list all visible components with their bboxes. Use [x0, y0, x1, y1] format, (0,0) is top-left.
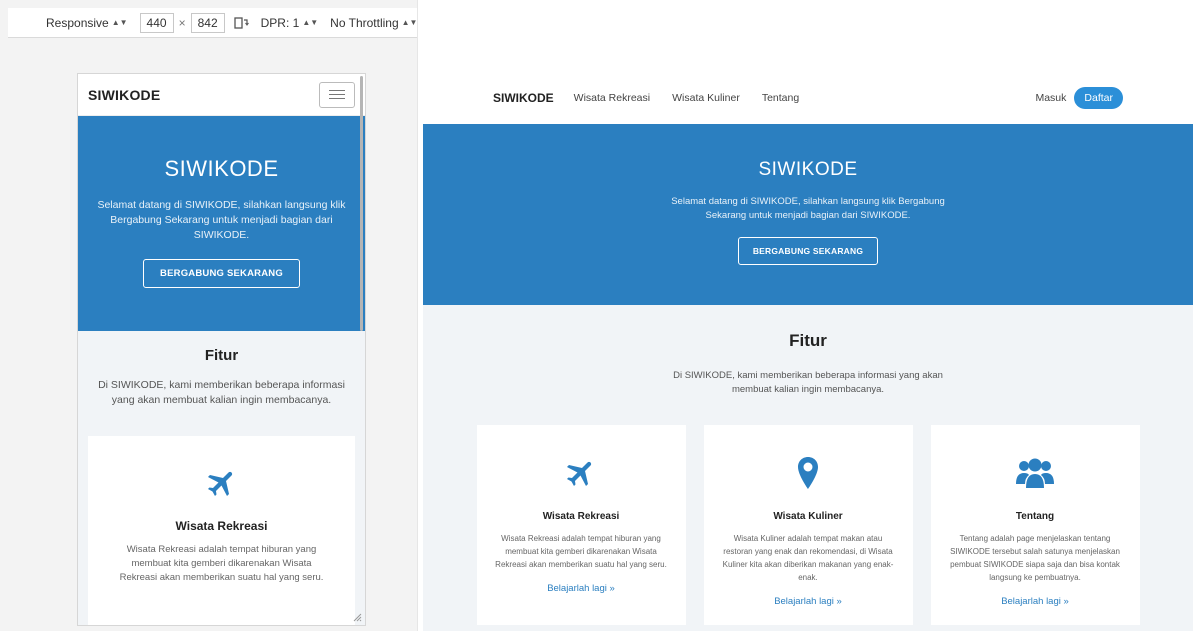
learn-more-link[interactable]: Belajarlah lagi »: [477, 583, 686, 594]
hamburger-line: [329, 98, 345, 99]
nav-link-wisata-rekreasi[interactable]: Wisata Rekreasi: [574, 92, 650, 104]
hero-title: SIWIKODE: [758, 159, 858, 180]
hamburger-line: [329, 94, 345, 95]
nav-link-wisata-kuliner[interactable]: Wisata Kuliner: [672, 92, 740, 104]
card-title: Tentang: [1015, 511, 1055, 522]
device-viewport: SIWIKODE SIWIKODE Selamat datang di SIWI…: [77, 73, 366, 626]
learn-more-link[interactable]: Belajarlah lagi »: [704, 596, 913, 607]
learn-more-link[interactable]: Belajarlah lagi »: [931, 596, 1140, 607]
desktop-hero: SIWIKODE Selamat datang di SIWIKODE, sil…: [423, 124, 1193, 305]
mobile-hero-title: SIWIKODE: [164, 156, 279, 181]
resize-handle-icon[interactable]: [352, 612, 362, 622]
mobile-hero-text: Selamat datang di SIWIKODE, silahkan lan…: [97, 199, 346, 241]
join-button[interactable]: BERGABUNG SEKARANG: [737, 237, 879, 265]
width-input[interactable]: 440: [139, 12, 174, 33]
desktop-navbar: SIWIKODE Wisata Rekreasi Wisata Kuliner …: [423, 72, 1193, 124]
rotate-icon: [233, 16, 249, 29]
desktop-brand[interactable]: SIWIKODE: [493, 91, 554, 105]
hero-text: Selamat datang di SIWIKODE, silahkan lan…: [671, 196, 945, 221]
desktop-page: SIWIKODE Wisata Rekreasi Wisata Kuliner …: [423, 72, 1193, 631]
hamburger-menu-button[interactable]: [319, 81, 355, 108]
feature-cards: Wisata Rekreasi Wisata Rekreasi adalah t…: [423, 425, 1193, 625]
map-marker-icon: [704, 453, 913, 493]
auth-links: Masuk Daftar: [1035, 87, 1123, 109]
mobile-scrollbar[interactable]: [360, 76, 363, 331]
sort-arrows-icon: ▲▼: [302, 18, 319, 27]
feature-card-wisata-rekreasi: Wisata Rekreasi Wisata Rekreasi adalah t…: [476, 425, 686, 625]
features-section: Fitur Di SIWIKODE, kami memberikan beber…: [423, 305, 1193, 631]
mobile-feature-card: Wisata Rekreasi Wisata Rekreasi adalah t…: [88, 436, 355, 625]
mobile-features-text: Di SIWIKODE, kami memberikan beberapa in…: [98, 379, 345, 406]
plane-icon: [88, 466, 355, 505]
nav-link-tentang[interactable]: Tentang: [762, 92, 799, 104]
card-text: Tentang adalah page menjelaskan tentang …: [950, 534, 1120, 582]
login-link[interactable]: Masuk: [1035, 92, 1066, 104]
mobile-card-title: Wisata Rekreasi: [175, 519, 268, 533]
users-icon: [931, 453, 1140, 493]
mobile-brand[interactable]: SIWIKODE: [88, 87, 160, 103]
card-title: Wisata Rekreasi: [542, 511, 620, 522]
mobile-join-button[interactable]: BERGABUNG SEKARANG: [143, 259, 300, 288]
feature-card-tentang: Tentang Tentang adalah page menjelaskan …: [930, 425, 1140, 625]
feature-card-wisata-kuliner: Wisata Kuliner Wisata Kuliner adalah tem…: [703, 425, 913, 625]
register-button[interactable]: Daftar: [1074, 87, 1123, 109]
throttling-select[interactable]: No Throttling ▲▼: [326, 8, 418, 37]
rotate-button[interactable]: [229, 8, 253, 37]
device-select-label: Responsive: [46, 15, 109, 30]
mobile-card-text: Wisata Rekreasi adalah tempat hiburan ya…: [119, 544, 324, 583]
mobile-features-section: Fitur Di SIWIKODE, kami memberikan beber…: [78, 331, 365, 625]
throttling-label: No Throttling: [330, 15, 399, 30]
dimension-times: ×: [178, 15, 186, 30]
sort-arrows-icon: ▲▼: [111, 18, 128, 27]
plane-icon: [477, 453, 686, 493]
height-input[interactable]: 842: [190, 12, 225, 33]
features-title: Fitur: [789, 331, 827, 350]
dpr-label: DPR: 1: [260, 15, 300, 30]
device-select[interactable]: Responsive ▲▼: [8, 8, 132, 37]
card-title: Wisata Kuliner: [773, 511, 843, 522]
mobile-hero: SIWIKODE Selamat datang di SIWIKODE, sil…: [78, 116, 365, 331]
dpr-select[interactable]: DPR: 1 ▲▼: [257, 8, 323, 37]
card-text: Wisata Kuliner adalah tempat makan atau …: [722, 534, 894, 582]
devtools-pane: Responsive ▲▼ 440 × 842 DPR: 1 ▲▼ No Thr…: [0, 0, 418, 631]
features-text: Di SIWIKODE, kami memberikan beberapa in…: [673, 370, 943, 395]
device-toolbar: Responsive ▲▼ 440 × 842 DPR: 1 ▲▼ No Thr…: [8, 8, 418, 38]
hamburger-line: [329, 90, 345, 91]
mobile-features-title: Fitur: [204, 347, 239, 364]
sort-arrows-icon: ▲▼: [401, 18, 418, 27]
card-text: Wisata Rekreasi adalah tempat hiburan ya…: [495, 534, 667, 569]
dimensions-group: 440 × 842: [136, 8, 229, 37]
mobile-navbar: SIWIKODE: [78, 74, 365, 116]
